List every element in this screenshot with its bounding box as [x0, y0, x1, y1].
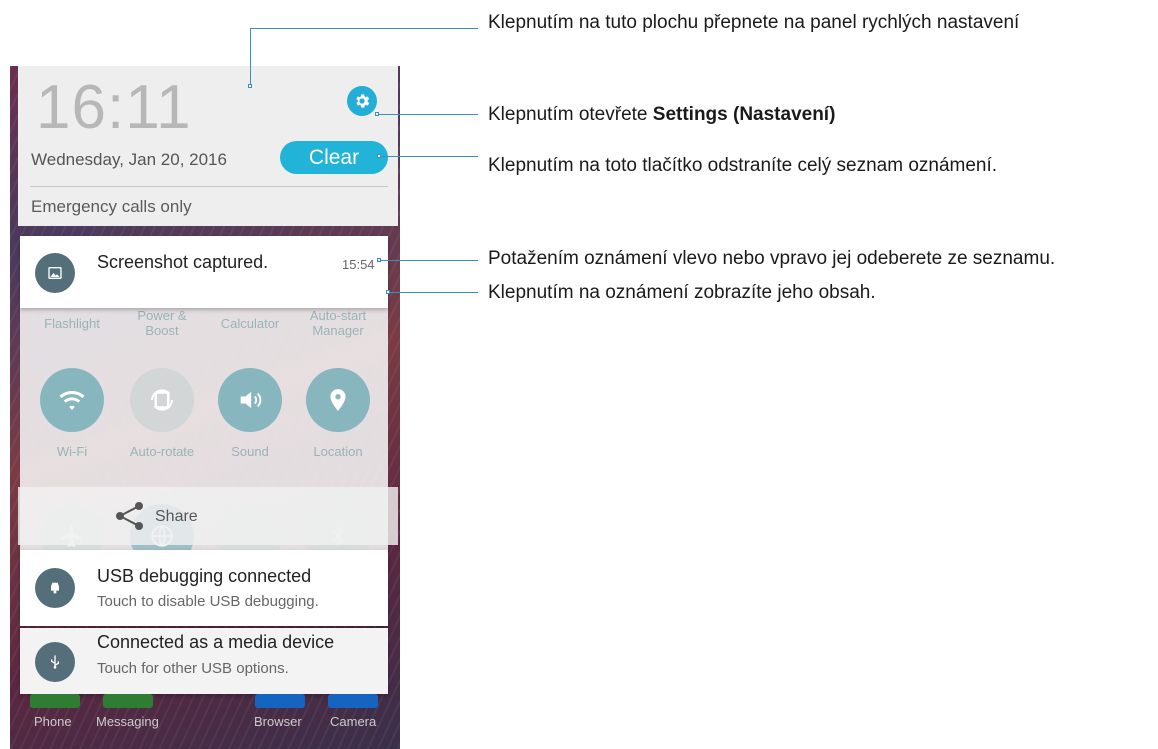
network-status: Emergency calls only: [31, 197, 192, 216]
dock-phone[interactable]: Phone: [34, 714, 72, 729]
callout-dot-1: [248, 84, 252, 88]
notification-usb-debugging[interactable]: USB debugging connected Touch to disable…: [20, 550, 388, 626]
notification-subtitle: Touch to disable USB debugging.: [97, 593, 319, 610]
auto-rotate-tile[interactable]: Auto-rotate: [118, 368, 206, 459]
share-label: Share: [155, 508, 198, 525]
tile-label-calculator: Calculator: [220, 316, 280, 331]
camera-app-tile: [328, 694, 378, 708]
notification-header[interactable]: 16:11 Wednesday, Jan 20, 2016 Clear Emer…: [18, 66, 398, 226]
callout-settings: Klepnutím otevřete Settings (Nastavení): [488, 104, 835, 126]
notification-time: 15:54: [342, 257, 375, 272]
notification-subtitle: Touch for other USB options.: [97, 660, 289, 677]
auto-rotate-icon: [151, 389, 173, 411]
location-icon: [330, 389, 346, 411]
notification-title: Connected as a media device: [97, 632, 335, 652]
notification-title: USB debugging connected: [97, 566, 312, 586]
phone-app-tile: [30, 694, 80, 708]
callout-dot-4: [377, 258, 381, 262]
dock-browser[interactable]: Browser: [254, 714, 302, 729]
tile-label-flashlight: Flashlight: [44, 316, 100, 331]
clear-button[interactable]: Clear: [280, 141, 388, 174]
callout-clear: Klepnutím na toto tlačítko odstraníte ce…: [488, 155, 998, 176]
tile-label-sound: Sound: [231, 444, 269, 459]
usb-icon: [51, 655, 59, 669]
share-icon: [116, 502, 143, 530]
tile-label-auto-start: Auto-start Manager: [309, 308, 367, 338]
browser-app-tile: [255, 694, 305, 708]
callout-line-5: [388, 292, 478, 293]
callout-line-1-vertical: [250, 28, 251, 86]
callout-line-4: [380, 260, 478, 261]
tile-label-wifi: Wi-Fi: [56, 444, 88, 459]
image-icon: [48, 267, 62, 279]
settings-button[interactable]: [347, 86, 377, 116]
callout-settings-bold: Settings (Nastavení): [652, 104, 836, 125]
wifi-icon: [59, 390, 85, 410]
callout-dot-2: [375, 112, 379, 116]
tile-label-power-boost: Power & Boost: [137, 308, 187, 338]
callout-settings-text: Klepnutím otevřete: [488, 104, 653, 125]
callout-swipe: Potažením oznámení vlevo nebo vpravo jej…: [488, 248, 1056, 269]
android-icon: [51, 582, 59, 594]
tile-label-location: Location: [313, 444, 363, 459]
callout-line-2: [378, 114, 478, 115]
sound-icon: [240, 391, 262, 409]
callout-tap: Klepnutím na oznámení zobrazíte jeho obs…: [488, 282, 876, 303]
dock-messaging[interactable]: Messaging: [96, 714, 159, 729]
phone-screen: 16:11 Wednesday, Jan 20, 2016 Clear Emer…: [10, 66, 400, 749]
wifi-tile[interactable]: Wi-Fi: [28, 368, 116, 459]
callout-dot-5: [386, 290, 390, 294]
divider: [30, 186, 388, 187]
share-bar[interactable]: Share: [18, 487, 398, 545]
notification-screenshot[interactable]: Screenshot captured. 15:54: [20, 236, 388, 308]
callout-quick-settings: Klepnutím na tuto plochu přepnete na pan…: [488, 12, 1020, 33]
tile-label-auto-rotate: Auto-rotate: [129, 444, 195, 459]
messaging-app-tile: [103, 694, 153, 708]
callout-dot-3: [377, 154, 381, 158]
callout-line-1: [250, 28, 478, 29]
clock: 16:11: [36, 73, 192, 142]
location-tile[interactable]: Location: [294, 368, 382, 459]
date-label: Wednesday, Jan 20, 2016: [31, 150, 227, 169]
sound-tile[interactable]: Sound: [206, 368, 294, 459]
notification-media-device[interactable]: Connected as a media device Touch for ot…: [20, 628, 388, 694]
dock-camera[interactable]: Camera: [330, 714, 376, 729]
callout-line-3: [380, 156, 478, 157]
notification-title: Screenshot captured.: [97, 252, 269, 272]
gear-icon: [356, 94, 370, 108]
